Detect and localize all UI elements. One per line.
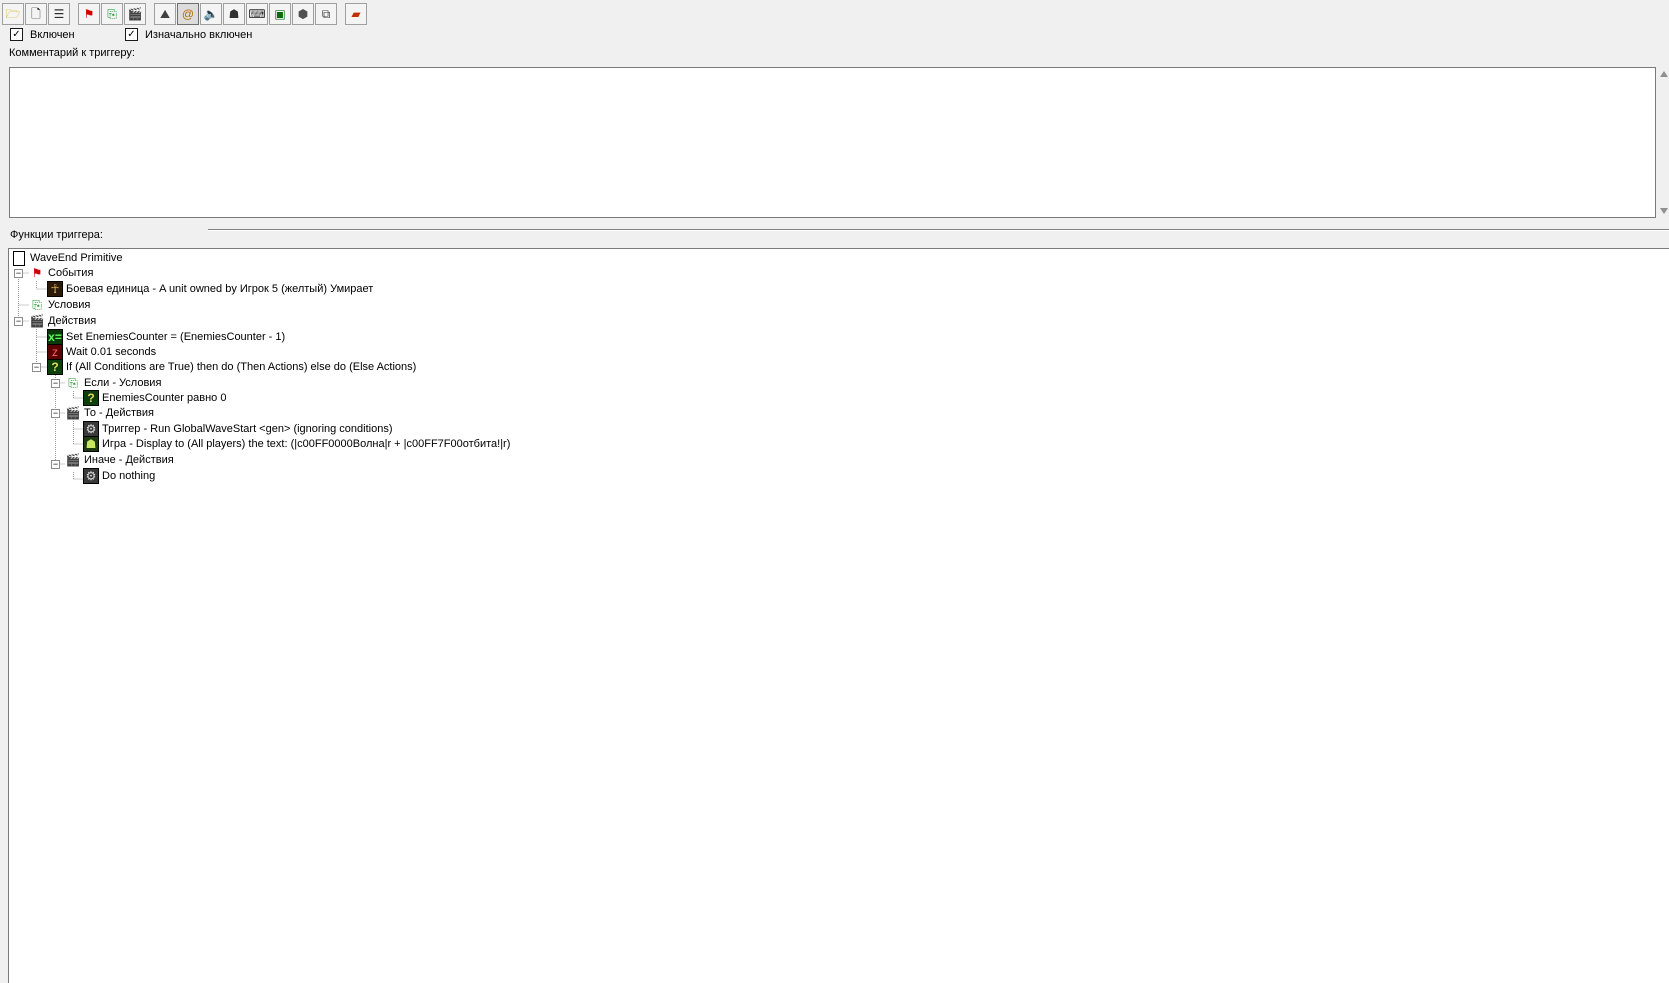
copy-icon: ⧉ xyxy=(321,7,331,21)
tree-then-item-trigger[interactable]: ⚙ Триггер - Run GlobalWaveStart <gen> (i… xyxy=(83,421,393,437)
tree-events[interactable]: ⚑ События xyxy=(29,265,94,281)
at-sign-button[interactable]: @ xyxy=(177,3,199,25)
list-panel-button[interactable]: ☰ xyxy=(48,3,70,25)
tree-if-condition-item[interactable]: ? EnemiesCounter равно 0 xyxy=(83,390,226,406)
keyboard-button[interactable]: ⌨ xyxy=(246,3,268,25)
enabled-checkbox[interactable]: ✓ Включен xyxy=(10,28,75,41)
unit-head-icon: ☗ xyxy=(228,7,240,21)
toolbar: 🗁 🗋 ☰ ⚑ ⎘ 🎬 ⛰ @ 🔈 ☗ ⌨ ▣ ⬢ ⧉ ▰ xyxy=(2,2,368,26)
initially-on-checkbox[interactable]: ✓ Изначально включен xyxy=(125,28,252,41)
trigger-tree[interactable]: − − − − − − WaveEnd Primitive ⚑ События … xyxy=(8,248,1669,983)
wait-icon: z xyxy=(47,344,63,360)
initially-on-checkbox-label: Изначально включен xyxy=(145,28,253,41)
functions-label: Функции триггера: xyxy=(10,229,103,241)
tree-if-conditions[interactable]: ⎘ Если - Условия xyxy=(65,375,161,391)
panel-splitter[interactable] xyxy=(208,229,1669,231)
keyboard-icon: ⌨ xyxy=(248,7,266,21)
test-map-icon: ▰ xyxy=(351,7,361,21)
red-flag-icon: ⚑ xyxy=(31,266,43,280)
unit-head-button[interactable]: ☗ xyxy=(223,3,245,25)
trigger-gear-icon: ⚙ xyxy=(83,421,99,437)
unit-event-icon: ☥ xyxy=(47,281,63,297)
comment-textarea[interactable] xyxy=(9,67,1656,218)
tree-action-if[interactable]: ? If (All Conditions are True) then do (… xyxy=(47,359,416,375)
if-question-icon: ? xyxy=(47,359,63,375)
comment-label: Комментарий к триггеру: xyxy=(9,47,135,59)
import-box-button[interactable]: ⬢ xyxy=(292,3,314,25)
terrain-icon: ⛰ xyxy=(159,7,171,21)
variable-button[interactable]: ▣ xyxy=(269,3,291,25)
test-map-button[interactable]: ▰ xyxy=(345,3,367,25)
condition-question-icon: ? xyxy=(83,390,99,406)
speaker-button[interactable]: 🔈 xyxy=(200,3,222,25)
tree-conditions[interactable]: ⎘ Условия xyxy=(29,297,90,313)
do-nothing-gear-icon: ⚙ xyxy=(83,468,99,484)
tree-action-set[interactable]: x= Set EnemiesCounter = (EnemiesCounter … xyxy=(47,329,285,345)
set-variable-icon: x= xyxy=(47,329,63,345)
open-folder-icon: 🗁 xyxy=(5,7,21,21)
enabled-checkbox-label: Включен xyxy=(30,28,75,41)
variable-icon: ▣ xyxy=(274,7,286,21)
at-sign-icon: @ xyxy=(181,7,195,21)
action-clapper-icon: 🎬 xyxy=(29,314,45,328)
game-message-icon: ☗ xyxy=(83,436,99,452)
scroll-up-arrow-icon[interactable] xyxy=(1660,71,1668,77)
document-icon xyxy=(13,250,25,266)
initially-on-checkbox-box[interactable]: ✓ xyxy=(125,28,138,41)
condition-icon: ⎘ xyxy=(32,298,42,312)
condition-icon: ⎘ xyxy=(68,376,78,390)
action-clapper-icon: 🎬 xyxy=(65,453,81,467)
collapse-else-actions-icon[interactable]: − xyxy=(51,460,60,469)
red-flag-icon: ⚑ xyxy=(83,7,95,21)
red-flag-button[interactable]: ⚑ xyxy=(78,3,100,25)
enabled-checkbox-box[interactable]: ✓ xyxy=(10,28,23,41)
collapse-actions-icon[interactable]: − xyxy=(14,317,23,326)
comment-scrollbar[interactable] xyxy=(1659,67,1669,218)
tree-else-actions[interactable]: 🎬 Иначе - Действия xyxy=(65,452,174,468)
tree-action-wait[interactable]: z Wait 0.01 seconds xyxy=(47,344,156,360)
tree-root[interactable]: WaveEnd Primitive xyxy=(11,250,123,266)
collapse-events-icon[interactable]: − xyxy=(14,269,23,278)
speaker-icon: 🔈 xyxy=(203,7,219,21)
collapse-if-icon[interactable]: − xyxy=(32,363,41,372)
import-box-icon: ⬢ xyxy=(297,7,309,21)
copy-button[interactable]: ⧉ xyxy=(315,3,337,25)
scroll-down-arrow-icon[interactable] xyxy=(1660,208,1668,214)
condition-button[interactable]: ⎘ xyxy=(101,3,123,25)
action-clapper-icon: 🎬 xyxy=(127,7,143,21)
action-clapper-icon: 🎬 xyxy=(65,406,81,420)
tree-else-item[interactable]: ⚙ Do nothing xyxy=(83,468,155,484)
collapse-if-conditions-icon[interactable]: − xyxy=(51,379,60,388)
tree-then-actions[interactable]: 🎬 То - Действия xyxy=(65,405,154,421)
tree-event-item[interactable]: ☥ Боевая единица - A unit owned by Игрок… xyxy=(47,281,373,297)
new-document-icon: 🗋 xyxy=(31,7,41,21)
tree-actions[interactable]: 🎬 Действия xyxy=(29,313,97,329)
condition-icon: ⎘ xyxy=(107,7,117,21)
new-document-button[interactable]: 🗋 xyxy=(25,3,47,25)
tree-then-item-display[interactable]: ☗ Игра - Display to (All players) the te… xyxy=(83,436,510,452)
terrain-button[interactable]: ⛰ xyxy=(154,3,176,25)
action-clapper-button[interactable]: 🎬 xyxy=(124,3,146,25)
open-folder-button[interactable]: 🗁 xyxy=(2,3,24,25)
list-panel-icon: ☰ xyxy=(53,7,65,21)
collapse-then-actions-icon[interactable]: − xyxy=(51,409,60,418)
